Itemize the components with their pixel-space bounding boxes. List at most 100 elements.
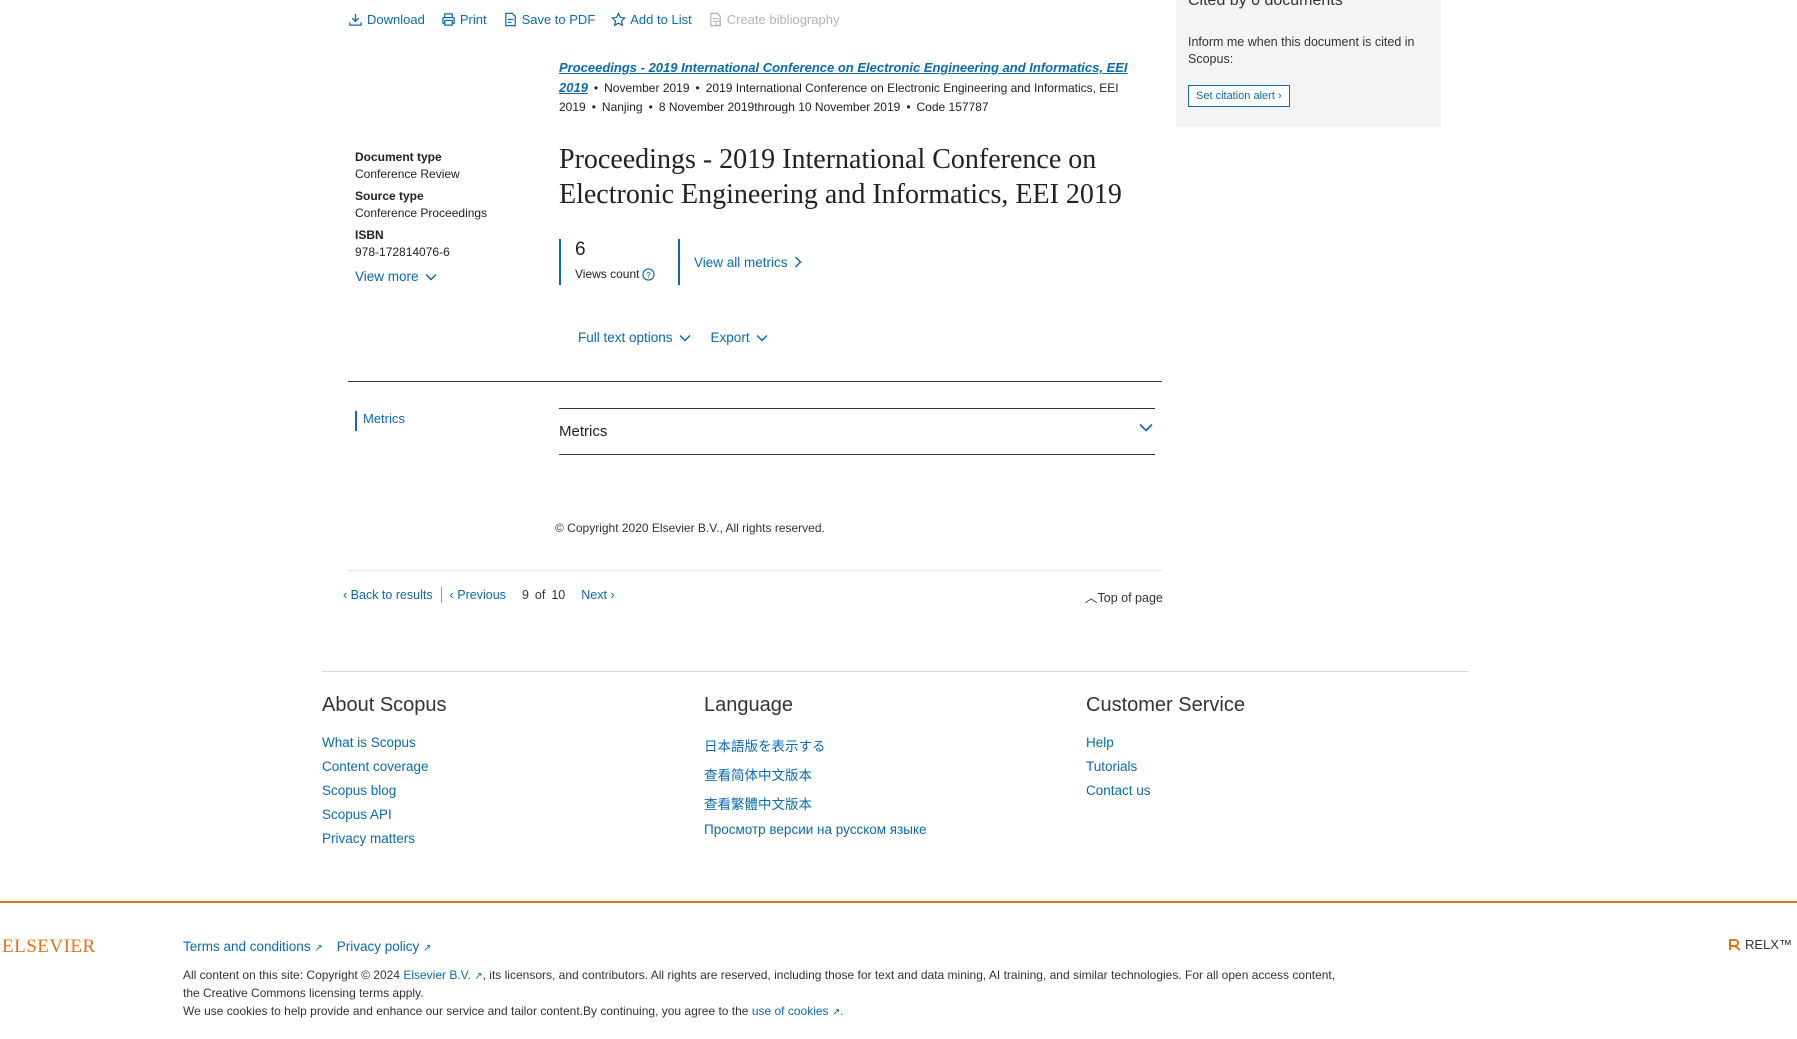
external-link-icon: ↗ bbox=[314, 943, 323, 954]
footer-link-what-is-scopus[interactable]: What is Scopus bbox=[322, 735, 447, 750]
export-button[interactable]: Export bbox=[711, 330, 768, 345]
copyright-text: © Copyright 2020 Elsevier B.V., All righ… bbox=[555, 521, 825, 535]
view-more-button[interactable]: View more bbox=[355, 269, 535, 284]
download-label: Download bbox=[367, 12, 425, 27]
pdf-icon bbox=[504, 12, 516, 27]
chevron-right-icon bbox=[794, 256, 802, 268]
chevron-down-icon bbox=[425, 273, 437, 281]
views-count-row: Views count ? bbox=[575, 267, 677, 281]
chevron-left-icon: ‹ bbox=[343, 588, 348, 602]
source-code: Code 157787 bbox=[916, 100, 989, 114]
source-info: Proceedings - 2019 International Confere… bbox=[559, 60, 1128, 114]
top-of-page-link[interactable]: ︿Top of page bbox=[1085, 587, 1163, 606]
view-all-metrics-link[interactable]: View all metrics bbox=[678, 239, 802, 285]
create-bibliography-button[interactable]: Create bibliography bbox=[708, 12, 839, 27]
source-type-label: Source type bbox=[355, 189, 424, 203]
footer-about-heading: About Scopus bbox=[322, 694, 447, 716]
terms-and-conditions-link[interactable]: Terms and conditions ↗ bbox=[183, 939, 323, 954]
previous-link[interactable]: ‹ Previous bbox=[450, 588, 506, 602]
footer-link-help[interactable]: Help bbox=[1086, 735, 1245, 750]
back-to-results-link[interactable]: ‹ Back to results bbox=[343, 588, 433, 602]
footer-link-scopus-blog[interactable]: Scopus blog bbox=[322, 783, 447, 798]
current-result: 9 bbox=[521, 588, 529, 602]
privacy-policy-link[interactable]: Privacy policy ↗ bbox=[337, 939, 432, 954]
footer-link-russian[interactable]: Просмотр версии на русском языке bbox=[704, 822, 927, 837]
source-date: November 2019 bbox=[604, 81, 690, 95]
chevron-left-icon: ‹ bbox=[449, 588, 454, 602]
cookie-prefix: We use cookies to help provide and enhan… bbox=[183, 1004, 749, 1018]
bibliography-icon bbox=[709, 12, 721, 27]
relx-label: RELX™ bbox=[1745, 937, 1792, 952]
add-to-list-button[interactable]: Add to List bbox=[611, 12, 692, 27]
previous-label: Previous bbox=[457, 588, 506, 602]
isbn-label: ISBN bbox=[355, 228, 384, 242]
save-pdf-button[interactable]: Save to PDF bbox=[503, 12, 595, 27]
chevron-down-icon bbox=[679, 334, 691, 342]
next-label: Next bbox=[581, 588, 607, 602]
footer-language: Language 日本語版を表示する 查看简体中文版本 查看繁體中文版本 Про… bbox=[704, 694, 927, 846]
view-all-metrics-label: View all metrics bbox=[694, 254, 788, 270]
chevron-down-icon bbox=[756, 334, 768, 342]
print-label: Print bbox=[459, 12, 487, 27]
full-text-options-label: Full text options bbox=[578, 330, 673, 345]
result-pagination: ‹ Back to results ‹ Previous 9 of 10 Nex… bbox=[343, 587, 615, 603]
footer-link-content-coverage[interactable]: Content coverage bbox=[322, 759, 447, 774]
elsevier-logo[interactable]: ELSEVIER bbox=[2, 936, 96, 958]
footer-link-japanese[interactable]: 日本語版を表示する bbox=[704, 735, 927, 755]
terms-label: Terms and conditions bbox=[183, 939, 311, 954]
chevron-up-icon: ︿ bbox=[1085, 591, 1098, 605]
source-type-value: Conference Proceedings bbox=[355, 206, 488, 220]
set-citation-alert-button[interactable]: Set citation alert › bbox=[1188, 85, 1290, 107]
cited-by-title: Cited by 0 documents bbox=[1188, 0, 1343, 9]
download-icon bbox=[349, 13, 362, 26]
view-more-label: View more bbox=[355, 269, 419, 284]
citation-panel: Cited by 0 documents Inform me when this… bbox=[1176, 0, 1441, 127]
footer-service-heading: Customer Service bbox=[1086, 694, 1245, 716]
source-dates: 8 November 2019through 10 November 2019 bbox=[658, 100, 901, 114]
views-count-label: Views count bbox=[575, 267, 640, 281]
footer-link-traditional-chinese[interactable]: 查看繁體中文版本 bbox=[704, 793, 927, 813]
export-label: Export bbox=[710, 330, 750, 345]
use-of-cookies-label: use of cookies bbox=[751, 1004, 829, 1018]
footer-customer-service: Customer Service Help Tutorials Contact … bbox=[1086, 694, 1245, 807]
document-meta: Document type Conference Review Source t… bbox=[355, 150, 535, 284]
metrics-accordion[interactable]: Metrics bbox=[559, 408, 1155, 455]
doc-type-label: Document type bbox=[355, 150, 442, 164]
chevron-down-icon bbox=[1139, 423, 1153, 432]
set-citation-alert-label: Set citation alert bbox=[1196, 90, 1275, 102]
paging-divider bbox=[348, 570, 1162, 571]
help-icon[interactable]: ? bbox=[642, 267, 656, 281]
svg-text:?: ? bbox=[647, 269, 652, 279]
side-nav-metrics[interactable]: Metrics bbox=[355, 411, 405, 431]
footer-link-contact-us[interactable]: Contact us bbox=[1086, 783, 1245, 798]
next-link[interactable]: Next › bbox=[581, 588, 614, 602]
footer-link-tutorials[interactable]: Tutorials bbox=[1086, 759, 1245, 774]
citation-alert-text: Inform me when this document is cited in… bbox=[1188, 35, 1415, 66]
full-text-options-button[interactable]: Full text options bbox=[578, 330, 691, 345]
external-link-icon: ↗ bbox=[831, 1007, 841, 1018]
elsevier-bv-label: Elsevier B.V. bbox=[403, 968, 471, 982]
pagination-of: of bbox=[534, 588, 546, 602]
doc-type-value: Conference Review bbox=[355, 167, 460, 181]
source-location: Nanjing bbox=[601, 100, 643, 114]
relx-logo[interactable]: RELX™ bbox=[1728, 937, 1792, 952]
add-to-list-label: Add to List bbox=[630, 12, 692, 27]
external-link-icon: ↗ bbox=[423, 943, 432, 954]
footer-link-privacy-matters[interactable]: Privacy matters bbox=[322, 831, 447, 846]
chevron-right-icon: › bbox=[610, 588, 615, 602]
footer-link-simplified-chinese[interactable]: 查看简体中文版本 bbox=[704, 764, 927, 784]
external-link-icon: ↗ bbox=[474, 971, 483, 982]
print-button[interactable]: Print bbox=[441, 12, 487, 27]
footer-link-scopus-api[interactable]: Scopus API bbox=[322, 807, 447, 822]
use-of-cookies-link[interactable]: use of cookies ↗ bbox=[752, 1004, 840, 1018]
footer-about: About Scopus What is Scopus Content cove… bbox=[322, 694, 447, 855]
footer-accent-rule bbox=[0, 901, 1797, 903]
views-count-box: 6 Views count ? bbox=[559, 239, 677, 285]
document-actions: Full text options Export bbox=[578, 330, 768, 345]
metrics-accordion-label: Metrics bbox=[559, 423, 608, 440]
download-button[interactable]: Download bbox=[348, 12, 425, 27]
section-divider bbox=[348, 381, 1162, 382]
isbn-value: 978-172814076-6 bbox=[355, 245, 450, 259]
document-toolbar: Download Print Save to PDF Add to List C… bbox=[348, 12, 839, 27]
elsevier-bv-link[interactable]: Elsevier B.V. ↗ bbox=[403, 968, 482, 982]
